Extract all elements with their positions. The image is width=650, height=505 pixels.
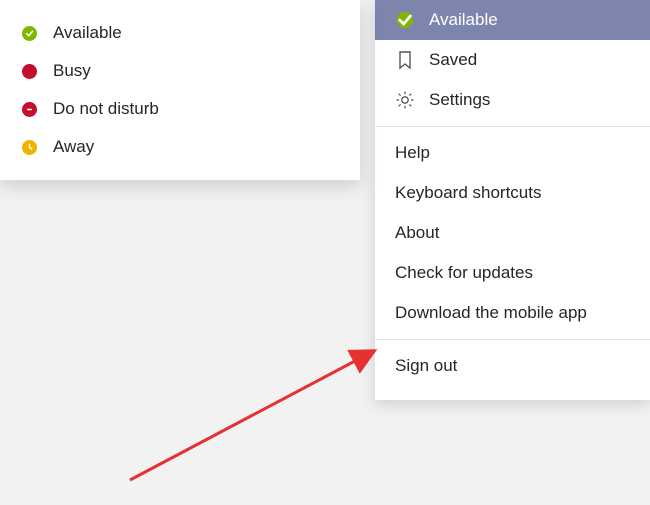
menu-divider — [375, 126, 650, 127]
menu-label: Keyboard shortcuts — [395, 183, 541, 203]
menu-label: Available — [429, 10, 498, 30]
bookmark-icon — [395, 50, 415, 70]
status-item-busy[interactable]: Busy — [0, 52, 360, 90]
settings-menu: Available Saved Settings Help Keyboard s — [375, 0, 650, 400]
menu-item-settings[interactable]: Settings — [375, 80, 650, 120]
status-item-dnd[interactable]: Do not disturb — [0, 90, 360, 128]
busy-icon — [22, 64, 37, 79]
menu-item-help[interactable]: Help — [375, 133, 650, 173]
do-not-disturb-icon — [22, 102, 37, 117]
status-label: Do not disturb — [53, 99, 159, 119]
status-popover: Available Busy Do not disturb Away — [0, 0, 360, 180]
available-icon — [22, 26, 37, 41]
menu-label: Help — [395, 143, 430, 163]
menu-item-saved[interactable]: Saved — [375, 40, 650, 80]
menu-item-check-for-updates[interactable]: Check for updates — [375, 253, 650, 293]
menu-item-sign-out[interactable]: Sign out — [375, 346, 650, 386]
menu-label: Sign out — [395, 356, 457, 376]
menu-label: About — [395, 223, 439, 243]
status-label: Busy — [53, 61, 91, 81]
menu-label: Settings — [429, 90, 490, 110]
available-icon — [395, 10, 415, 30]
menu-label: Saved — [429, 50, 477, 70]
gear-icon — [395, 90, 415, 110]
status-label: Available — [53, 23, 122, 43]
menu-item-available[interactable]: Available — [375, 0, 650, 40]
menu-label: Check for updates — [395, 263, 533, 283]
menu-item-download-mobile[interactable]: Download the mobile app — [375, 293, 650, 333]
status-item-away[interactable]: Away — [0, 128, 360, 166]
menu-label: Download the mobile app — [395, 303, 587, 323]
status-label: Away — [53, 137, 94, 157]
status-item-available[interactable]: Available — [0, 14, 360, 52]
menu-item-about[interactable]: About — [375, 213, 650, 253]
away-icon — [22, 140, 37, 155]
menu-divider — [375, 339, 650, 340]
menu-item-keyboard-shortcuts[interactable]: Keyboard shortcuts — [375, 173, 650, 213]
